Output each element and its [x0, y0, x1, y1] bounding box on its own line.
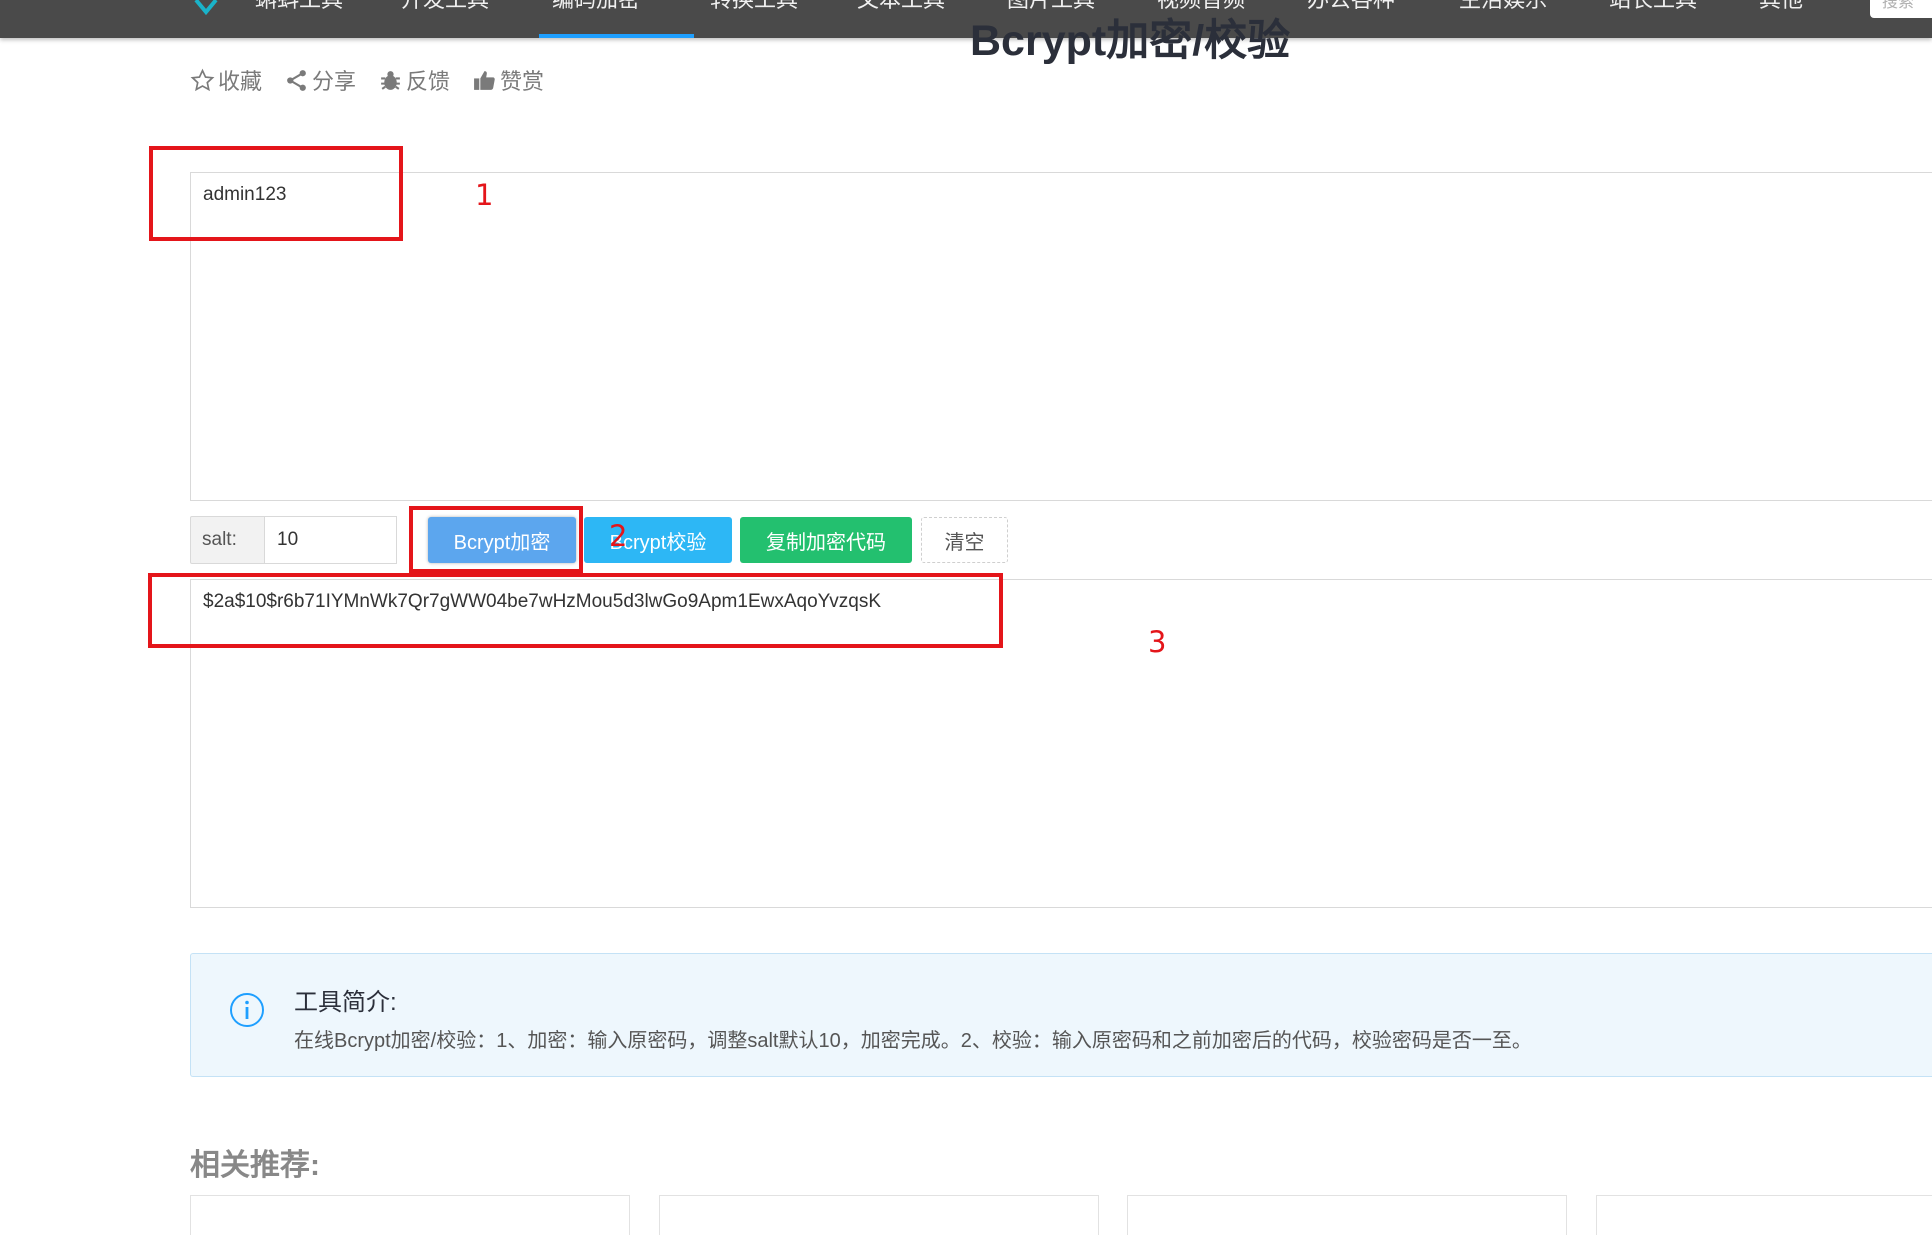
share-button[interactable]: 分享 — [284, 64, 356, 96]
related-card[interactable] — [190, 1195, 630, 1235]
logo-icon[interactable] — [192, 0, 232, 16]
copy-hash-button[interactable]: 复制加密代码 — [740, 517, 912, 563]
nav-item-dev-tools[interactable]: 开发工具 — [401, 0, 489, 14]
share-icon — [287, 69, 306, 91]
annotation-box-2 — [409, 506, 583, 573]
clear-button[interactable]: 清空 — [921, 517, 1008, 563]
reward-button[interactable]: 赞赏 — [472, 64, 544, 96]
tool-intro-box — [190, 953, 1932, 1077]
annotation-label-3: 3 — [1148, 625, 1167, 659]
tool-intro-title: 工具简介: — [294, 989, 397, 1016]
bug-icon — [381, 70, 400, 90]
page-title: Bcrypt加密/校验 — [970, 17, 1291, 65]
annotation-label-1: 1 — [475, 178, 494, 212]
nav-item-office[interactable]: 办公各种 — [1307, 0, 1395, 14]
nav-logo-text[interactable]: 蝌蚪工具 — [255, 0, 343, 14]
password-input[interactable]: admin123 — [190, 172, 1932, 501]
related-heading: 相关推荐: — [190, 1149, 320, 1182]
bcrypt-verify-button[interactable]: Bcrypt校验 — [584, 517, 732, 563]
related-card[interactable] — [1127, 1195, 1567, 1235]
nav-active-indicator — [539, 34, 694, 38]
nav-item-life[interactable]: 生活娱乐 — [1459, 0, 1547, 14]
reward-label: 赞赏 — [500, 69, 545, 94]
favorite-label: 收藏 — [218, 69, 263, 94]
nav-item-convert[interactable]: 转换工具 — [710, 0, 798, 14]
salt-input[interactable]: 10 — [265, 516, 397, 564]
action-bar: 收藏 分享 反馈 赞赏 — [190, 64, 544, 96]
share-label: 分享 — [312, 69, 357, 94]
search-input[interactable]: 搜索 — [1870, 0, 1932, 18]
tool-intro-text: 在线Bcrypt加密/校验：1、加密：输入原密码，调整salt默认10，加密完成… — [294, 1030, 1532, 1052]
search-placeholder: 搜索 — [1882, 0, 1915, 11]
salt-label: salt: — [190, 516, 265, 564]
info-icon — [230, 993, 264, 1027]
nav-item-webmaster[interactable]: 站长工具 — [1609, 0, 1697, 14]
annotation-box-1 — [149, 146, 403, 241]
star-icon — [190, 68, 215, 91]
thumbs-up-icon — [474, 70, 495, 90]
nav-item-text[interactable]: 文本工具 — [857, 0, 945, 14]
feedback-label: 反馈 — [406, 69, 451, 94]
annotation-label-2: 2 — [609, 519, 628, 553]
nav-item-encoding[interactable]: 编码加密 — [552, 0, 640, 14]
favorite-button[interactable]: 收藏 — [190, 64, 262, 96]
feedback-button[interactable]: 反馈 — [378, 64, 450, 96]
annotation-box-3 — [148, 573, 1003, 648]
related-card[interactable] — [1596, 1195, 1932, 1235]
related-card[interactable] — [659, 1195, 1099, 1235]
nav-item-other[interactable]: 其他 — [1759, 0, 1803, 14]
